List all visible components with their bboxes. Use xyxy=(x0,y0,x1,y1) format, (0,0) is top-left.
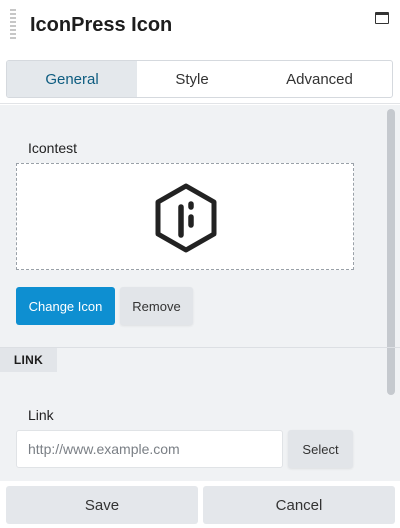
panel-header: IconPress Icon xyxy=(0,0,400,52)
window-maximize-icon[interactable] xyxy=(375,12,389,24)
remove-icon-button[interactable]: Remove xyxy=(120,287,193,325)
link-url-input[interactable] xyxy=(16,430,283,468)
change-icon-button[interactable]: Change Icon xyxy=(16,287,115,325)
tabs-group: General Style Advanced xyxy=(6,60,393,98)
panel-title: IconPress Icon xyxy=(30,14,173,36)
link-section-heading: LINK xyxy=(0,348,57,372)
panel-footer: Save Cancel xyxy=(0,481,400,528)
link-field-label: Link xyxy=(28,407,54,423)
cancel-button[interactable]: Cancel xyxy=(203,486,395,524)
tab-general[interactable]: General xyxy=(7,61,137,97)
tab-bar: General Style Advanced xyxy=(0,52,400,104)
icon-field-label: Icontest xyxy=(28,140,78,156)
scrollbar-thumb[interactable] xyxy=(387,109,395,395)
section-divider xyxy=(0,347,400,348)
settings-content: Icontest Change Icon Remove LINK Link xyxy=(0,105,400,481)
tab-style[interactable]: Style xyxy=(137,61,247,97)
icon-preview-box xyxy=(16,163,354,270)
save-button[interactable]: Save xyxy=(6,486,198,524)
tab-advanced[interactable]: Advanced xyxy=(247,61,392,97)
drag-handle-icon[interactable] xyxy=(10,9,16,41)
iconpress-hexagon-logo-icon xyxy=(155,183,217,253)
link-select-button[interactable]: Select xyxy=(288,430,353,468)
